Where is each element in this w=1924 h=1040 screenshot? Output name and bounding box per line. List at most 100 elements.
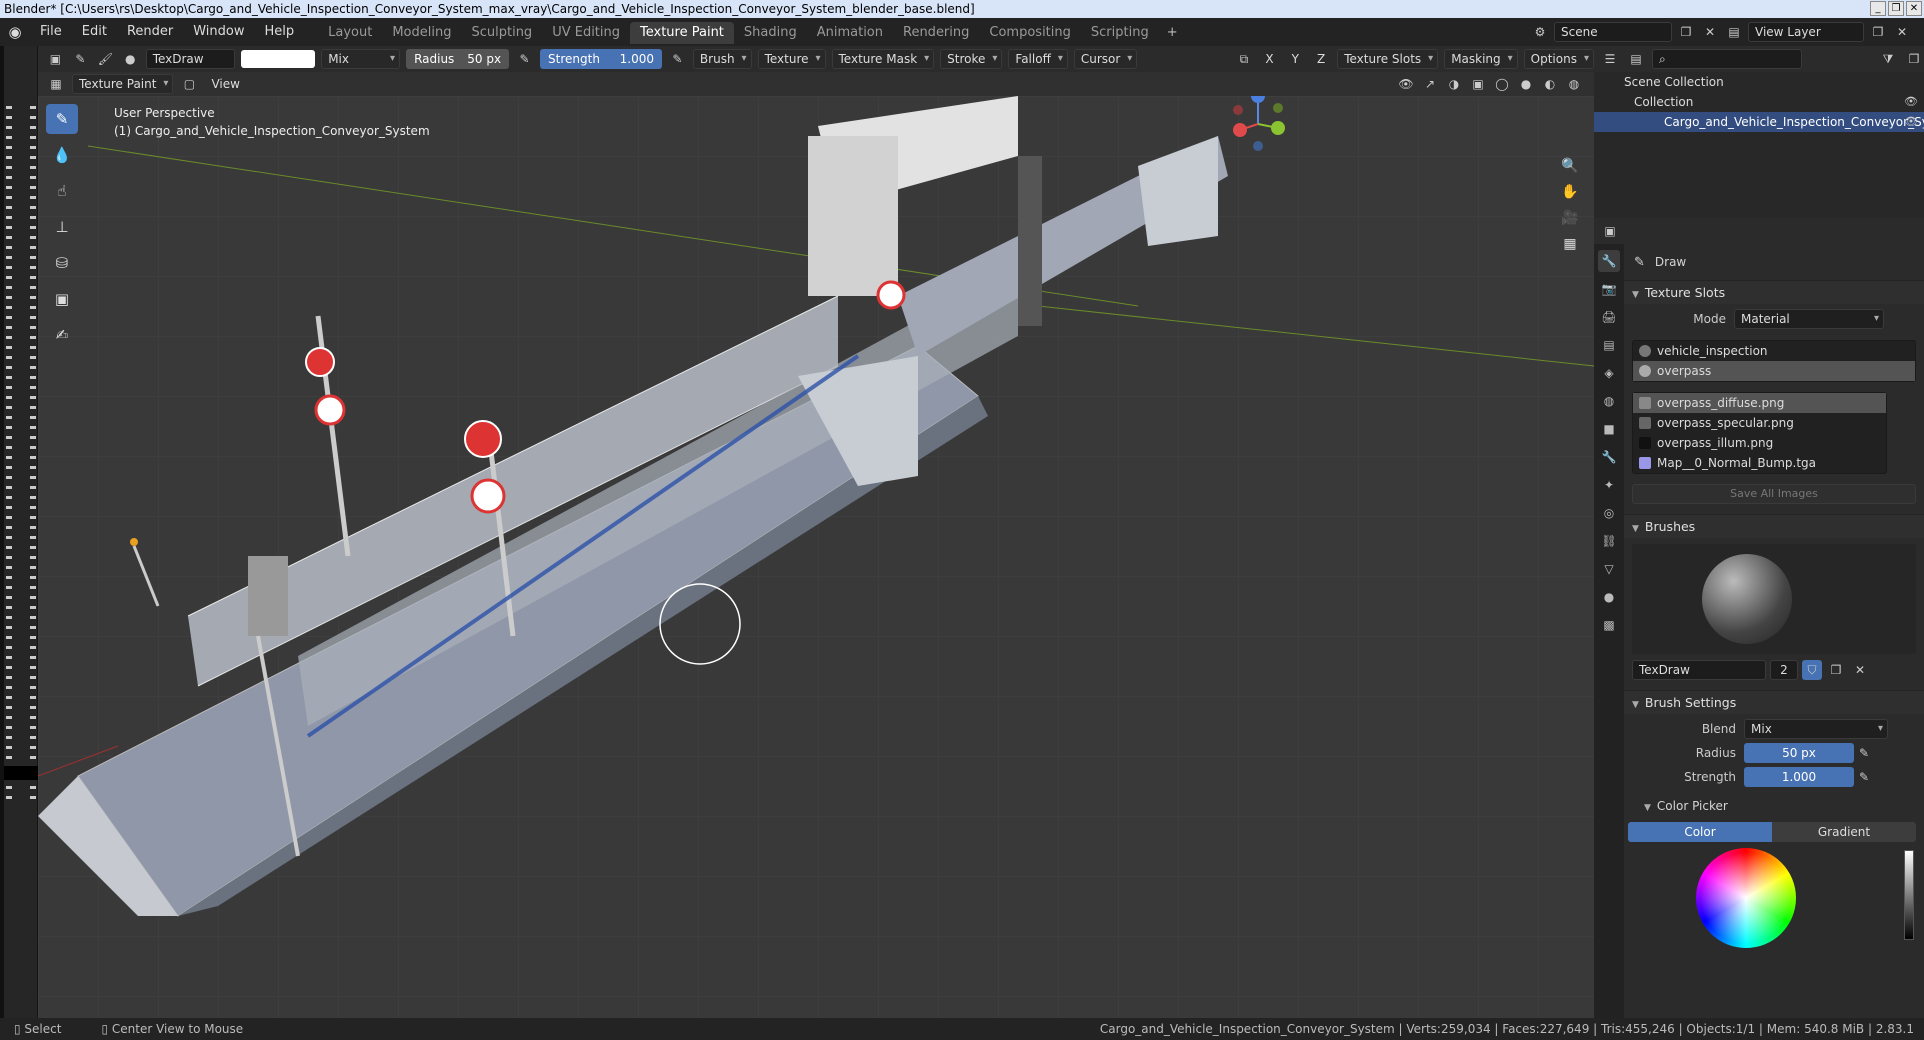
brush-name-field[interactable]: TexDraw	[145, 49, 236, 69]
material-item[interactable]: vehicle_inspection	[1633, 341, 1915, 361]
save-all-images-button[interactable]: Save All Images	[1632, 484, 1916, 504]
symmetry-x[interactable]: X	[1259, 52, 1279, 66]
paint-mode-icon[interactable]: ✎	[71, 49, 90, 69]
constraints-tab-icon[interactable]: ⛓	[1598, 530, 1620, 552]
material-item[interactable]: overpass	[1633, 361, 1915, 381]
minimize-button[interactable]: _	[1870, 1, 1886, 16]
mask-toggle-icon[interactable]: ▢	[179, 74, 199, 94]
overlays-icon[interactable]: ◑	[1444, 74, 1464, 94]
brush-settings-panel-header[interactable]: ▼ Brush Settings	[1624, 690, 1924, 714]
view-layer-icon[interactable]: ▤	[1724, 22, 1744, 42]
strength-pressure-icon[interactable]: ✎	[1854, 767, 1874, 787]
annotate-tool-icon[interactable]: ✍	[46, 320, 78, 350]
outliner-editor-icon[interactable]: ☰	[1600, 49, 1620, 69]
blend-dropdown[interactable]: Mix	[1744, 719, 1888, 739]
close-button[interactable]: ✕	[1906, 1, 1922, 16]
radius-pressure-icon[interactable]: ✎	[1854, 743, 1874, 763]
blend-mode-dropdown[interactable]: Mix	[321, 49, 401, 69]
3d-viewport[interactable]: User Perspective (1) Cargo_and_Vehicle_I…	[38, 96, 1594, 1018]
tab-compositing[interactable]: Compositing	[979, 22, 1081, 44]
menu-help[interactable]: Help	[255, 18, 305, 46]
blender-logo-icon[interactable]: ◉	[0, 23, 30, 41]
tab-rendering[interactable]: Rendering	[893, 22, 979, 44]
outliner-search-input[interactable]: ⌕	[1652, 49, 1802, 69]
maximize-button[interactable]: ❐	[1888, 1, 1904, 16]
menu-render[interactable]: Render	[117, 18, 183, 46]
cursor-menu[interactable]: Cursor	[1073, 49, 1138, 69]
fake-user-shield-icon[interactable]: ⛉	[1802, 660, 1822, 680]
texture-menu[interactable]: Texture	[757, 49, 826, 69]
view-layer-field[interactable]: View Layer	[1748, 22, 1864, 42]
symmetry-y[interactable]: Y	[1286, 52, 1305, 66]
hand-pan-icon[interactable]: ✋	[1558, 180, 1582, 204]
wireframe-shading-icon[interactable]: ◯	[1492, 74, 1512, 94]
eye-icon[interactable]: 👁	[1904, 92, 1918, 112]
editor-type-icon[interactable]: ▣	[46, 49, 65, 69]
menu-file[interactable]: File	[30, 18, 72, 46]
mask-tool-icon[interactable]: ▣	[46, 284, 78, 314]
new-collection-icon[interactable]: ❐	[1904, 49, 1924, 69]
symmetry-z[interactable]: Z	[1311, 52, 1331, 66]
gradient-tab[interactable]: Gradient	[1772, 822, 1916, 842]
physics-tab-icon[interactable]: ◎	[1598, 502, 1620, 524]
options-menu[interactable]: Options	[1523, 49, 1594, 69]
tab-modeling[interactable]: Modeling	[382, 22, 461, 44]
zoom-icon[interactable]: 🔍	[1558, 154, 1582, 178]
add-workspace-plus-icon[interactable]: +	[1159, 25, 1186, 40]
filter-icon[interactable]: ⧩	[1878, 49, 1898, 69]
brush-preview[interactable]	[1632, 544, 1916, 654]
eye-icon[interactable]: 👁	[1904, 112, 1918, 132]
tool-tab-icon[interactable]: 🔧	[1598, 250, 1620, 272]
material-tab-icon[interactable]: ●	[1598, 586, 1620, 608]
tab-shading[interactable]: Shading	[734, 22, 807, 44]
image-item[interactable]: overpass_specular.png	[1633, 413, 1886, 433]
particles-tab-icon[interactable]: ✦	[1598, 474, 1620, 496]
strength-slider[interactable]: 1.000	[1744, 767, 1854, 787]
brush-name-field[interactable]: TexDraw	[1632, 660, 1766, 680]
remove-scene-icon[interactable]: ✕	[1700, 22, 1720, 42]
view-layer-tab-icon[interactable]: ▤	[1598, 334, 1620, 356]
world-tab-icon[interactable]: ◍	[1598, 390, 1620, 412]
falloff-menu[interactable]: Falloff	[1008, 49, 1068, 69]
remove-view-layer-icon[interactable]: ✕	[1892, 22, 1912, 42]
image-item[interactable]: overpass_illum.png	[1633, 433, 1886, 453]
color-wheel[interactable]	[1696, 848, 1796, 948]
scene-tab-icon[interactable]: ◈	[1598, 362, 1620, 384]
tab-layout[interactable]: Layout	[318, 22, 382, 44]
fill-tool-icon[interactable]: ⛁	[46, 248, 78, 278]
outliner-object[interactable]: Cargo_and_Vehicle_Inspection_Conveyor_Sy…	[1594, 112, 1924, 132]
view-menu[interactable]: View	[205, 77, 245, 91]
mode-dropdown[interactable]: Material	[1734, 309, 1884, 329]
scene-icon[interactable]: ⚙	[1530, 22, 1550, 42]
tab-texture-paint[interactable]: Texture Paint	[630, 22, 734, 44]
masking-menu[interactable]: Masking	[1444, 49, 1518, 69]
color-wheel-area[interactable]	[1624, 842, 1924, 948]
brush-menu[interactable]: Brush	[692, 49, 752, 69]
strength-pressure-icon[interactable]: ✎	[668, 49, 687, 69]
brush-icon[interactable]: 🖌	[96, 49, 115, 69]
radius-slider[interactable]: Radius 50 px	[406, 49, 510, 69]
brush-color-swatch[interactable]	[241, 50, 316, 68]
mode-dropdown[interactable]: Texture Paint	[72, 74, 174, 94]
soften-tool-icon[interactable]: 💧	[46, 140, 78, 170]
render-tab-icon[interactable]: 📷	[1598, 278, 1620, 300]
outliner-scene-collection[interactable]: Scene Collection	[1594, 72, 1924, 92]
draw-tool-icon[interactable]: ✎	[46, 104, 78, 134]
texture-tab-icon[interactable]: ▩	[1598, 614, 1620, 636]
texture-slots-menu[interactable]: Texture Slots	[1337, 49, 1439, 69]
smear-tool-icon[interactable]: ☝	[46, 176, 78, 206]
camera-icon[interactable]: 🎥	[1558, 206, 1582, 230]
solid-shading-icon[interactable]: ●	[1516, 74, 1536, 94]
color-tab[interactable]: Color	[1628, 822, 1772, 842]
outliner-collection[interactable]: Collection 👁	[1594, 92, 1924, 112]
texture-mask-menu[interactable]: Texture Mask	[831, 49, 935, 69]
navigation-gizmo[interactable]	[1218, 96, 1308, 170]
radius-slider[interactable]: 50 px	[1744, 743, 1854, 763]
modifier-tab-icon[interactable]: 🔧	[1598, 446, 1620, 468]
visibility-icon[interactable]: 👁	[1396, 74, 1416, 94]
tab-animation[interactable]: Animation	[807, 22, 893, 44]
material-shading-icon[interactable]: ◐	[1540, 74, 1560, 94]
duplicate-brush-icon[interactable]: ❐	[1826, 660, 1846, 680]
grid-projection-icon[interactable]: ▦	[1558, 232, 1582, 256]
gizmo-toggle-icon[interactable]: ↗	[1420, 74, 1440, 94]
